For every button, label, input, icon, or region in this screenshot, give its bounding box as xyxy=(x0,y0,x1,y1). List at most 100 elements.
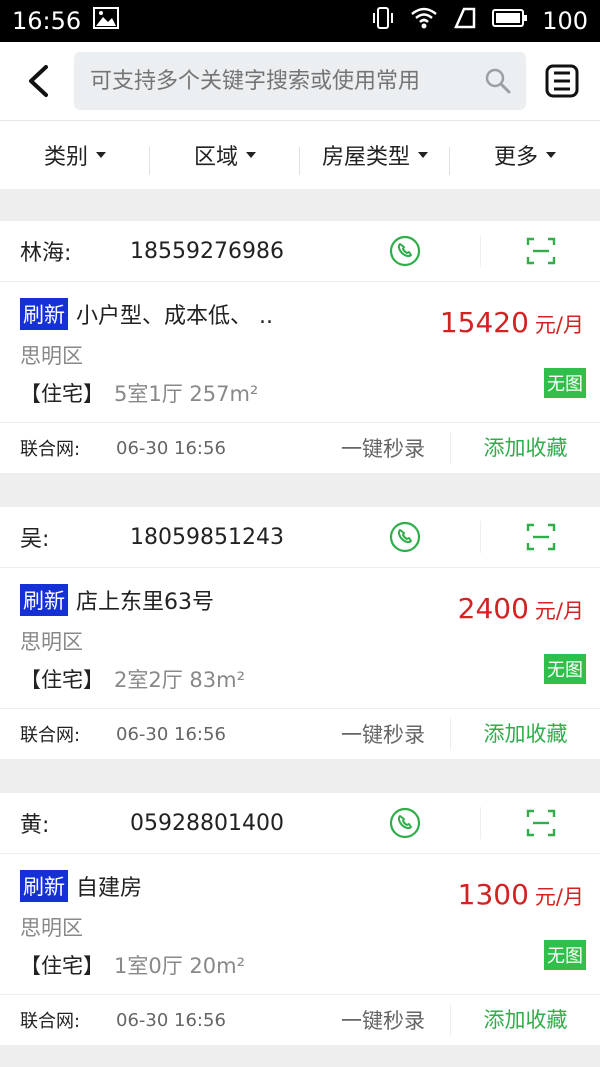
contact-row: 吴: 18059851243 xyxy=(0,507,600,568)
price-value: 1300 xyxy=(457,878,529,911)
listing-type-line: 【住宅】 5室1厅 257m² xyxy=(20,378,258,408)
caret-down-icon xyxy=(546,152,556,158)
wifi-icon xyxy=(410,6,438,36)
no-image-badge: 无图 xyxy=(544,368,586,398)
phone-number[interactable]: 18059851243 xyxy=(130,525,330,550)
contact-row: 黄: 05928801400 xyxy=(0,793,600,854)
filter-label: 区域 xyxy=(193,145,238,170)
call-button[interactable] xyxy=(330,807,480,839)
listing-title: 小户型、成本低、 .. xyxy=(76,304,273,329)
listing-card[interactable]: 林海: 18559276986 刷新 小户型、成本低、 .. 15420 元/月 … xyxy=(0,221,600,473)
filter-label: 房屋类型 xyxy=(321,145,410,170)
add-favorite-button[interactable]: 添加收藏 xyxy=(450,1004,600,1036)
caret-down-icon xyxy=(96,152,106,158)
filter-house-type[interactable]: 房屋类型 xyxy=(300,139,450,175)
price-value: 2400 xyxy=(457,592,529,625)
listing-type-line: 【住宅】 1室0厅 20m² xyxy=(20,950,245,980)
add-favorite-button[interactable]: 添加收藏 xyxy=(450,432,600,464)
add-favorite-button[interactable]: 添加收藏 xyxy=(450,718,600,750)
listing-time: 06-30 16:56 xyxy=(116,1009,226,1031)
listing-price: 2400 元/月 xyxy=(458,592,584,625)
phone-icon xyxy=(389,235,421,267)
scan-icon xyxy=(526,237,555,265)
listing-price: 15420 元/月 xyxy=(440,306,584,339)
quick-record-button[interactable]: 一键秒录 xyxy=(316,1005,450,1035)
scan-icon xyxy=(526,523,555,551)
listing-list: 林海: 18559276986 刷新 小户型、成本低、 .. 15420 元/月 … xyxy=(0,189,600,1045)
listing-source: 联合网: xyxy=(20,725,81,746)
scan-button[interactable] xyxy=(480,807,600,839)
listing-time: 06-30 16:56 xyxy=(116,437,226,459)
refresh-tag: 刷新 xyxy=(20,870,68,902)
listing-card[interactable]: 吴: 18059851243 刷新 店上东里63号 2400 元/月 思明区 【住… xyxy=(0,507,600,759)
battery-level: 100 xyxy=(542,7,588,35)
search-input[interactable] xyxy=(88,67,484,95)
contact-name: 黄: xyxy=(20,813,50,838)
listing-body[interactable]: 刷新 自建房 1300 元/月 思明区 【住宅】 1室0厅 20m² 无图 xyxy=(0,854,600,995)
price-unit: 元/月 xyxy=(534,599,584,623)
quick-record-button[interactable]: 一键秒录 xyxy=(316,433,450,463)
listing-district: 思明区 xyxy=(20,344,83,368)
listing-time: 06-30 16:56 xyxy=(116,723,226,745)
call-button[interactable] xyxy=(330,521,480,553)
no-image-badge: 无图 xyxy=(544,940,586,970)
listing-spec: 5室1厅 257m² xyxy=(114,382,259,406)
listing-title: 店上东里63号 xyxy=(76,590,214,615)
filter-category[interactable]: 类别 xyxy=(0,139,150,175)
top-bar xyxy=(0,42,600,120)
caret-down-icon xyxy=(246,152,256,158)
listing-title-line: 刷新 小户型、成本低、 .. xyxy=(20,298,273,330)
listing-type: 【住宅】 xyxy=(20,382,104,406)
quick-record-button[interactable]: 一键秒录 xyxy=(316,719,450,749)
price-value: 15420 xyxy=(439,306,529,339)
phone-icon xyxy=(389,807,421,839)
listing-title-line: 刷新 自建房 xyxy=(20,870,142,902)
save-icon xyxy=(545,64,579,98)
no-image-badge: 无图 xyxy=(544,654,586,684)
listing-type-line: 【住宅】 2室2厅 83m² xyxy=(20,664,245,694)
search-icon[interactable] xyxy=(484,67,512,95)
listing-footer: 联合网: 06-30 16:56 一键秒录 添加收藏 xyxy=(0,995,600,1045)
price-unit: 元/月 xyxy=(534,313,584,337)
caret-down-icon xyxy=(418,152,428,158)
back-button[interactable] xyxy=(16,59,60,103)
filter-bar: 类别 区域 房屋类型 更多 xyxy=(0,120,600,189)
scan-button[interactable] xyxy=(480,235,600,267)
filter-label: 类别 xyxy=(43,145,88,170)
filter-label: 更多 xyxy=(493,145,538,170)
listing-district: 思明区 xyxy=(20,916,83,940)
listing-card[interactable]: 黄: 05928801400 刷新 自建房 1300 元/月 思明区 【住宅】 1室… xyxy=(0,793,600,1045)
scan-button[interactable] xyxy=(480,521,600,553)
listing-source: 联合网: xyxy=(20,439,81,460)
battery-icon xyxy=(492,7,528,35)
phone-icon xyxy=(389,521,421,553)
listing-footer: 联合网: 06-30 16:56 一键秒录 添加收藏 xyxy=(0,709,600,759)
listing-type: 【住宅】 xyxy=(20,954,104,978)
listing-type: 【住宅】 xyxy=(20,668,104,692)
contact-name: 林海: xyxy=(20,241,72,266)
price-unit: 元/月 xyxy=(534,885,584,909)
refresh-tag: 刷新 xyxy=(20,298,68,330)
listing-source: 联合网: xyxy=(20,1011,81,1032)
listing-body[interactable]: 刷新 小户型、成本低、 .. 15420 元/月 思明区 【住宅】 5室1厅 257… xyxy=(0,282,600,423)
listing-footer: 联合网: 06-30 16:56 一键秒录 添加收藏 xyxy=(0,423,600,473)
contact-name: 吴: xyxy=(20,527,50,552)
filter-more[interactable]: 更多 xyxy=(450,139,600,171)
status-bar: 16:56 100 xyxy=(0,0,600,42)
refresh-tag: 刷新 xyxy=(20,584,68,616)
signal-icon xyxy=(452,6,478,36)
clock: 16:56 xyxy=(12,7,82,35)
filter-district[interactable]: 区域 xyxy=(150,139,300,175)
listing-title: 自建房 xyxy=(76,876,143,901)
phone-number[interactable]: 18559276986 xyxy=(130,239,330,264)
contact-row: 林海: 18559276986 xyxy=(0,221,600,282)
call-button[interactable] xyxy=(330,235,480,267)
save-button[interactable] xyxy=(540,59,584,103)
listing-body[interactable]: 刷新 店上东里63号 2400 元/月 思明区 【住宅】 2室2厅 83m² 无图 xyxy=(0,568,600,709)
listing-spec: 2室2厅 83m² xyxy=(114,668,245,692)
listing-district: 思明区 xyxy=(20,630,83,654)
vibrate-icon xyxy=(370,5,396,37)
phone-number[interactable]: 05928801400 xyxy=(130,811,330,836)
listing-spec: 1室0厅 20m² xyxy=(114,954,245,978)
search-box[interactable] xyxy=(74,52,526,110)
